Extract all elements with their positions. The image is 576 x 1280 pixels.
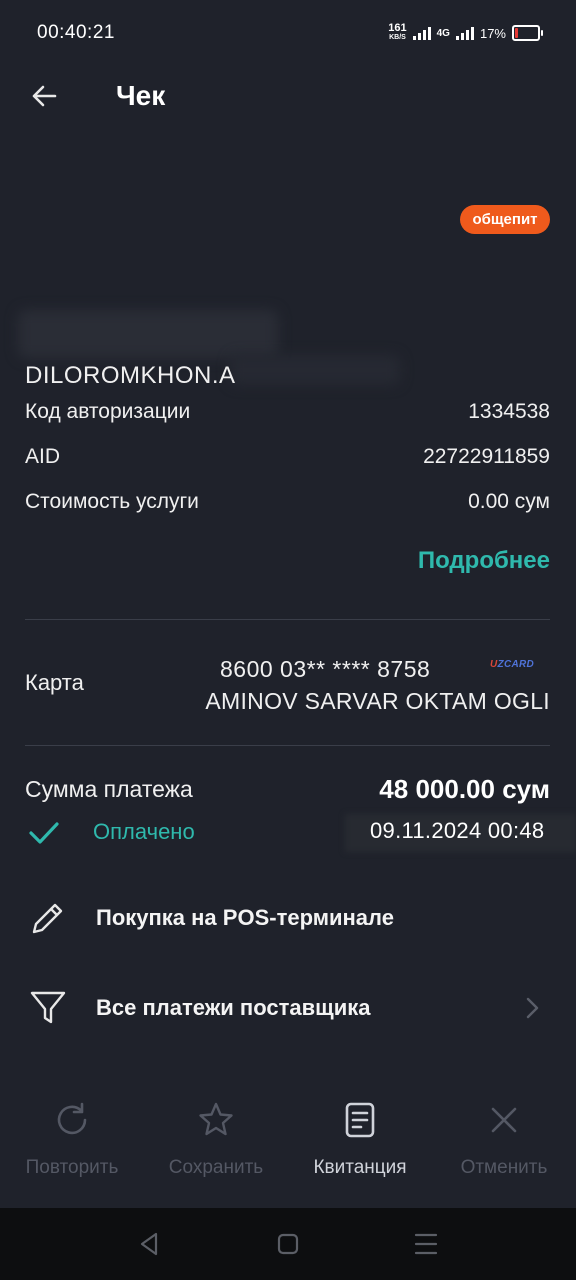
check-icon (29, 822, 59, 844)
receipt-icon (345, 1102, 375, 1138)
payment-status: Оплачено (93, 819, 195, 844)
card-label: Карта (25, 670, 84, 695)
aid-value: 22722911859 (423, 445, 550, 468)
cancel-label: Отменить (460, 1157, 548, 1178)
pos-purchase-label: Покупка на POS-терминале (96, 905, 394, 930)
filter-icon (30, 991, 66, 1024)
category-badge: общепит (460, 205, 550, 234)
nav-menu-icon[interactable] (410, 1228, 442, 1260)
save-label: Сохранить (168, 1157, 264, 1178)
close-icon (491, 1107, 517, 1133)
auth-code-label: Код авторизации (25, 400, 191, 423)
star-icon (199, 1102, 233, 1136)
repeat-button[interactable]: Повторить (2, 1100, 142, 1179)
all-provider-payments-label: Все платежи поставщика (96, 995, 371, 1020)
signal-icon (412, 26, 431, 40)
blurred-logo (18, 310, 278, 358)
back-button[interactable] (24, 76, 64, 116)
pencil-icon (32, 903, 63, 934)
merchant-name: DILOROMKHON.A (25, 362, 236, 389)
payment-datetime: 09.11.2024 00:48 (370, 818, 545, 843)
nav-back-icon[interactable] (134, 1228, 166, 1260)
battery-percent: 17% (479, 25, 506, 41)
page-title: Чек (116, 80, 166, 111)
refresh-icon (57, 1102, 87, 1135)
divider (25, 619, 550, 620)
status-icons: 161 KB/S 4G 17% (388, 22, 543, 42)
auth-code-value: 1334538 (468, 400, 550, 423)
divider (25, 745, 550, 746)
blurred-text (230, 355, 400, 385)
status-time: 00:40:21 (37, 22, 115, 43)
payment-sum-value: 48 000.00 сум (379, 774, 550, 804)
signal-icon-2 (455, 26, 474, 40)
status-bar: 00:40:21 161 KB/S 4G 17% (0, 0, 576, 70)
pos-purchase-action[interactable]: Покупка на POS-терминале (0, 888, 576, 948)
repeat-label: Повторить (25, 1157, 119, 1178)
service-fee-value: 0.00 сум (468, 490, 550, 513)
save-button[interactable]: Сохранить (146, 1100, 286, 1179)
card-number: 8600 03** **** 8758 (220, 656, 431, 682)
all-provider-payments-action[interactable]: Все платежи поставщика (0, 978, 576, 1038)
more-details-link[interactable]: Подробнее (418, 547, 550, 575)
service-fee-label: Стоимость услуги (25, 490, 199, 513)
arrow-left-icon (32, 85, 57, 107)
cancel-button[interactable]: Отменить (434, 1100, 574, 1179)
aid-label: AID (25, 445, 61, 468)
receipt-label: Квитанция (313, 1157, 407, 1178)
uzcard-logo: UZCARD (490, 659, 535, 670)
nav-home-icon[interactable] (272, 1228, 304, 1260)
battery-icon (512, 25, 543, 41)
network-speed: 161 KB/S (388, 22, 407, 42)
receipt-button[interactable]: Квитанция (290, 1100, 430, 1179)
chevron-right-icon (526, 997, 539, 1019)
card-holder: AMINOV SARVAR OKTAM OGLI (205, 688, 550, 714)
network-type: 4G (436, 27, 450, 39)
payment-sum-label: Сумма платежа (25, 776, 193, 802)
